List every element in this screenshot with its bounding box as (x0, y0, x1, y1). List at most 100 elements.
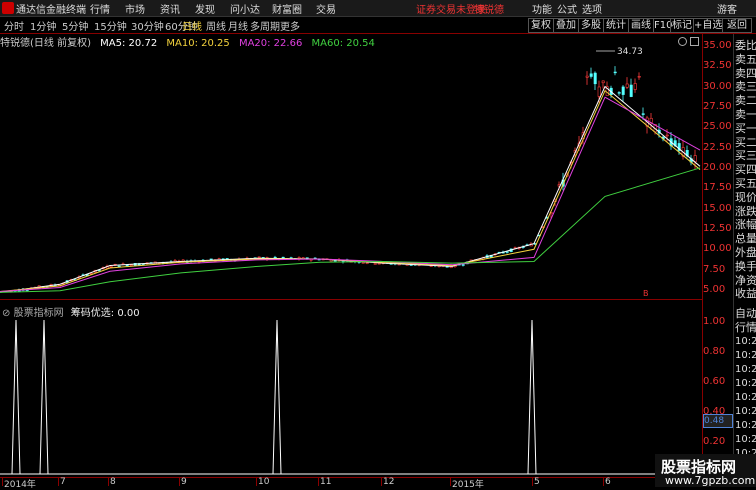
candle-body (373, 263, 377, 265)
adjust-button[interactable]: 复权 (528, 18, 554, 33)
guest-label[interactable]: 游客 (717, 1, 737, 16)
tick-time: 10:26 (735, 350, 756, 361)
candle-body (625, 83, 629, 88)
period-5min[interactable]: 5分钟 (62, 18, 88, 33)
price-tick: 22.50 (703, 141, 732, 153)
tick-time: 10:26 (735, 336, 756, 347)
tick-time: 10:26 (735, 364, 756, 375)
tick-time: 10:26 (735, 392, 756, 403)
pane-divider (0, 299, 703, 300)
month-label: 7 (60, 477, 66, 487)
candle-body (617, 92, 621, 94)
candle-body (109, 266, 113, 268)
menu-market[interactable]: 市场 (125, 1, 145, 16)
menu-options[interactable]: 选项 (582, 1, 602, 16)
period-1min[interactable]: 1分钟 (30, 18, 56, 33)
menu-function[interactable]: 功能 (532, 1, 552, 16)
menu-news[interactable]: 资讯 (160, 1, 180, 16)
month-tick (179, 478, 180, 486)
month-tick (58, 478, 59, 486)
tick-time: 10:26 (735, 434, 756, 445)
stats-button[interactable]: 统计 (603, 18, 629, 33)
buy-marker: B (643, 289, 649, 298)
menu-discover[interactable]: 发现 (195, 1, 215, 16)
settings-icon[interactable] (678, 37, 687, 46)
month-tick (450, 478, 451, 486)
month-tick (318, 478, 319, 486)
price-tick: 20.00 (703, 162, 732, 173)
menu-trade[interactable]: 交易 (316, 1, 336, 16)
candle-body (257, 256, 261, 259)
month-tick (2, 478, 3, 486)
indicator-spike (11, 319, 21, 475)
price-tick: 32.50 (703, 60, 732, 72)
month-tick (603, 478, 604, 486)
period-intraday[interactable]: 分时 (4, 18, 24, 33)
candle-body (593, 72, 597, 85)
candle-body (361, 262, 365, 264)
ma-line-ma60 (0, 167, 701, 293)
menu-quotes[interactable]: 行情 (90, 1, 110, 16)
multi-stock-button[interactable]: 多股 (578, 18, 604, 33)
indicator-tick: 0.80 (703, 346, 726, 357)
candle-body (601, 80, 605, 84)
period-15min[interactable]: 15分钟 (94, 18, 127, 33)
period-daily[interactable]: 日线 (182, 18, 202, 33)
candle-body (461, 264, 465, 266)
month-label: 9 (181, 477, 187, 487)
price-tick: 15.00 (703, 202, 732, 214)
menu-formula[interactable]: 公式 (557, 1, 577, 16)
add-watchlist-button[interactable]: +自选 (693, 18, 723, 33)
app-logo-icon (2, 2, 14, 14)
period-weekly[interactable]: 周线 (206, 18, 226, 33)
period-more[interactable]: 更多 (280, 18, 300, 33)
candle-body (665, 134, 669, 137)
period-monthly[interactable]: 月线 (228, 18, 248, 33)
menu-wealth[interactable]: 财富圈 (272, 1, 302, 16)
period-multi[interactable]: 多周期 (250, 18, 280, 33)
candle-body (633, 83, 637, 90)
candle-body (505, 251, 509, 253)
side-label: 收益 (735, 287, 756, 301)
price-tick: 35.00 (703, 40, 732, 51)
indicator-last-value: 0.48 (703, 414, 733, 428)
month-label: 11 (320, 477, 332, 487)
candlesticks (5, 66, 697, 293)
candle-body (621, 86, 625, 95)
indicator-spike (527, 319, 537, 475)
menu-ask[interactable]: 问小达 (230, 1, 260, 16)
overlay-button[interactable]: 叠加 (553, 18, 579, 33)
month-tick (256, 478, 257, 486)
stock-tab[interactable]: 特锐德 (474, 1, 504, 16)
month-tick (108, 478, 109, 486)
back-button[interactable]: 返回 (722, 18, 752, 33)
price-tick: 12.50 (703, 223, 732, 234)
month-tick (532, 478, 533, 486)
period-toolbar: 分时 1分钟 5分钟 15分钟 30分钟 60分钟 日线 周线 月线 多周期 更… (0, 17, 756, 34)
month-tick (381, 478, 382, 486)
indicator-chart[interactable] (0, 318, 702, 476)
indicator-spike (39, 319, 49, 475)
price-tick: 10.00 (703, 243, 732, 255)
price-tick: 17.50 (703, 182, 732, 194)
month-label: 10 (258, 477, 270, 487)
month-label: 6 (605, 477, 611, 487)
price-tick: 25.00 (703, 121, 732, 133)
candle-body (613, 71, 617, 74)
candle-body (597, 86, 601, 97)
price-tick: 7.50 (703, 263, 726, 275)
price-tick: 27.50 (703, 101, 732, 112)
period-30min[interactable]: 30分钟 (131, 18, 164, 33)
tick-time: 10:26 (735, 406, 756, 417)
candle-body (637, 76, 641, 78)
price-chart[interactable]: 34.73 B (0, 46, 702, 298)
maximize-icon[interactable] (690, 37, 699, 46)
candle-body (365, 262, 369, 264)
price-tick: 30.00 (703, 80, 732, 92)
tick-time: 10:26 (735, 420, 756, 431)
f10-button[interactable]: F10 (653, 18, 672, 33)
mark-button[interactable]: 标记 (670, 18, 694, 33)
indicator-spikes (0, 319, 700, 475)
ma-lines (0, 85, 701, 293)
draw-button[interactable]: 画线 (628, 18, 654, 33)
